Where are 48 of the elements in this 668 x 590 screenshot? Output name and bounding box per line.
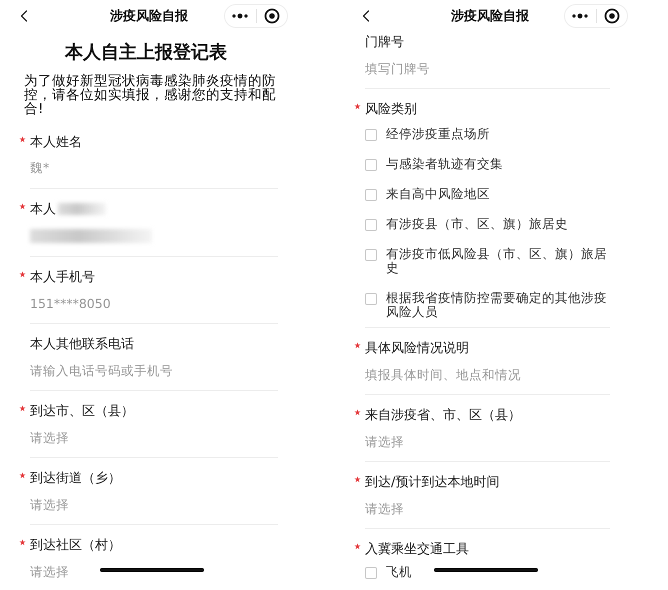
capsule-menu[interactable]: [564, 4, 628, 28]
option-label: 经停涉疫重点场所: [386, 127, 490, 141]
option-label: 与感染者轨迹有交集: [386, 157, 503, 171]
input-field[interactable]: 请选择: [30, 495, 278, 513]
field-label: 本人: [30, 201, 56, 218]
input-field[interactable]: 请选择: [365, 499, 610, 517]
option-label: 根据我省疫情防控需要确定的其他涉疫风险人员: [386, 291, 608, 319]
field-label: 本人姓名: [30, 134, 82, 151]
field-label: 本人手机号: [30, 269, 95, 286]
intro-text: 为了做好新型冠状病毒感染肺炎疫情的防控，请各位如实填报，感谢您的支持和配合!: [23, 74, 277, 116]
field-label: 门牌号: [365, 34, 404, 51]
form-title: 本人自主上报登记表: [64, 41, 228, 64]
checkbox[interactable]: [365, 159, 377, 171]
more-icon[interactable]: [231, 13, 250, 19]
field-label: 入冀乘坐交通工具: [365, 541, 469, 558]
field-label: 风险类别: [365, 101, 417, 118]
field-label: 来自涉疫省、市、区（县）: [365, 407, 521, 424]
checkbox[interactable]: [365, 219, 377, 231]
capsule-menu[interactable]: [224, 4, 288, 28]
field-label: 具体风险情况说明: [365, 340, 469, 357]
input-field[interactable]: 请选择: [365, 432, 610, 450]
field-label: 本人其他联系电话: [30, 336, 134, 353]
target-icon[interactable]: [604, 8, 620, 24]
checkbox[interactable]: [365, 567, 377, 579]
input-field[interactable]: 填写门牌号: [365, 59, 610, 77]
field-label: 到达社区（村）: [30, 537, 121, 554]
input-field[interactable]: 魏*: [30, 159, 278, 177]
input-field[interactable]: 填报具体时间、地点和情况: [365, 365, 610, 383]
checkbox[interactable]: [365, 189, 377, 201]
option-label: 来自高中风险地区: [386, 187, 490, 201]
field-label: 到达/预计到达本地时间: [365, 474, 500, 491]
input-field[interactable]: 请选择: [30, 428, 278, 446]
field-label: 到达街道（乡）: [30, 470, 121, 487]
option-label: 有涉疫市低风险县（市、区、旗）旅居史: [386, 247, 608, 275]
page-title: 涉疫风险自报: [109, 8, 189, 25]
checkbox[interactable]: [365, 249, 377, 261]
redaction-blur: [58, 203, 106, 215]
option-label: 有涉疫县（市、区、旗）旅居史: [386, 217, 568, 231]
input-field[interactable]: 请输入电话号码或手机号: [30, 361, 278, 379]
input-field[interactable]: 请选择: [30, 562, 278, 580]
target-icon[interactable]: [264, 8, 280, 24]
option-label: 飞机: [386, 565, 412, 579]
input-field[interactable]: 151****8050: [30, 294, 278, 312]
field-label: 到达市、区（县）: [30, 403, 134, 420]
more-icon[interactable]: [571, 13, 590, 19]
checkbox[interactable]: [365, 293, 377, 305]
checkbox[interactable]: [365, 129, 377, 141]
page-title: 涉疫风险自报: [450, 8, 530, 25]
